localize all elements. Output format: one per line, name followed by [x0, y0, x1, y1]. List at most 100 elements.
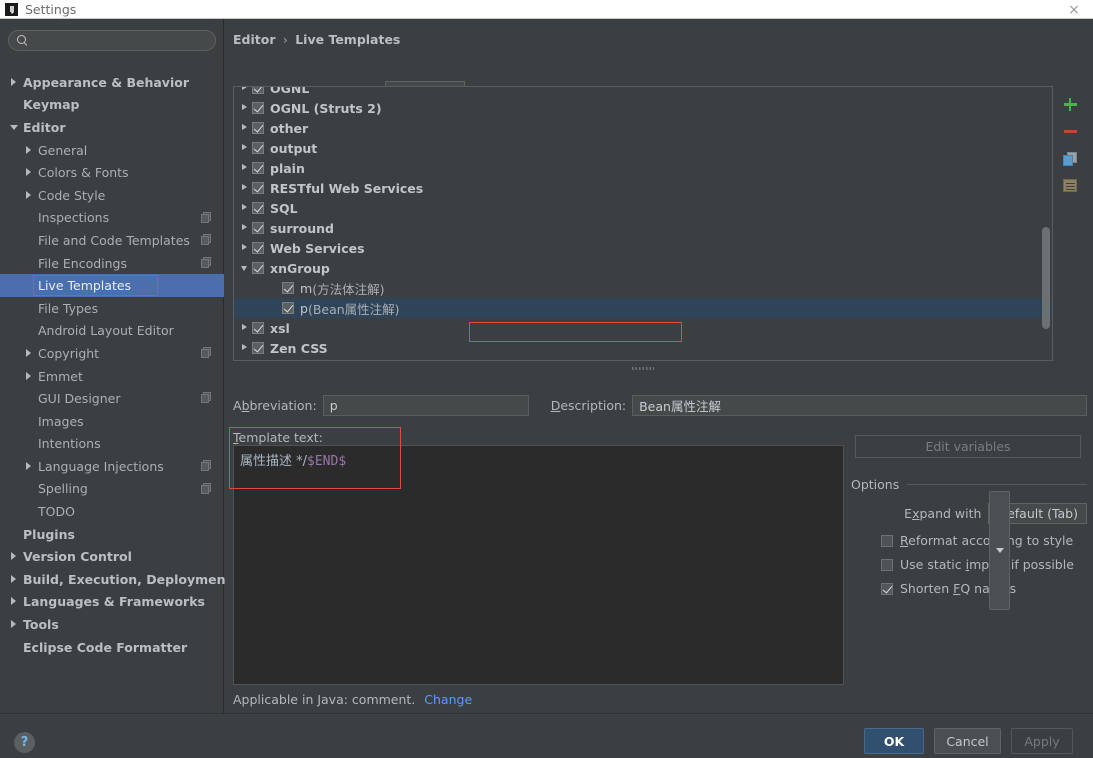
checkbox-indicator[interactable]	[881, 583, 893, 595]
chevron-right-icon[interactable]	[25, 168, 34, 177]
chevron-right-icon[interactable]	[25, 146, 34, 155]
template-checkbox[interactable]	[252, 86, 264, 94]
template-checkbox[interactable]	[252, 222, 264, 234]
chevron-right-icon[interactable]	[25, 191, 34, 200]
template-tree-row[interactable]: Web Services	[234, 238, 1052, 258]
sidebar-item-inspections[interactable]: Inspections	[0, 207, 224, 230]
search-field[interactable]	[8, 30, 216, 51]
close-icon[interactable]: ×	[1063, 2, 1085, 18]
template-checkbox[interactable]	[252, 202, 264, 214]
sidebar-item-emmet[interactable]: Emmet	[0, 365, 224, 388]
template-tree-row[interactable]: plain	[234, 158, 1052, 178]
sidebar-item-copyright[interactable]: Copyright	[0, 342, 224, 365]
chevron-right-icon[interactable]	[10, 575, 19, 584]
chevron-right-icon[interactable]	[240, 203, 252, 213]
sidebar-item-appearance-behavior[interactable]: Appearance & Behavior	[0, 71, 224, 94]
sidebar-item-todo[interactable]: TODO	[0, 500, 224, 523]
sidebar-item-spelling[interactable]: Spelling	[0, 478, 224, 501]
chevron-down-icon[interactable]	[10, 123, 19, 132]
sidebar-item-language-injections[interactable]: Language Injections	[0, 455, 224, 478]
template-tree-row[interactable]: surround	[234, 218, 1052, 238]
sidebar-item-editor[interactable]: Editor	[0, 116, 224, 139]
sidebar-item-version-control[interactable]: Version Control	[0, 545, 224, 568]
sidebar-item-intentions[interactable]: Intentions	[0, 433, 224, 456]
chevron-right-icon[interactable]	[240, 223, 252, 233]
chevron-right-icon[interactable]	[10, 620, 19, 629]
description-input[interactable]	[632, 395, 1087, 416]
chevron-right-icon[interactable]	[10, 78, 19, 87]
template-tree-row[interactable]: xsl	[234, 318, 1052, 338]
template-tree-row[interactable]: output	[234, 138, 1052, 158]
chevron-right-icon[interactable]	[25, 372, 34, 381]
restore-defaults-button[interactable]	[1057, 172, 1083, 199]
sidebar-item-file-types[interactable]: File Types	[0, 297, 224, 320]
option-checkbox-reformat-according-to-style[interactable]: Reformat according to style	[851, 533, 1087, 548]
help-button[interactable]: ?	[14, 732, 35, 753]
duplicate-template-button[interactable]	[1057, 145, 1083, 172]
sidebar-item-general[interactable]: General	[0, 139, 224, 162]
sidebar-item-images[interactable]: Images	[0, 410, 224, 433]
template-tree-row[interactable]: RESTful Web Services	[234, 178, 1052, 198]
template-tree-scrollbar[interactable]	[1042, 227, 1050, 329]
sidebar-item-android-layout-editor[interactable]: Android Layout Editor	[0, 320, 224, 343]
template-checkbox[interactable]	[282, 282, 294, 294]
template-text-editor[interactable]: 属性描述 */$END$	[233, 445, 844, 685]
template-tree-row[interactable]: SQL	[234, 198, 1052, 218]
remove-template-button[interactable]	[1057, 118, 1083, 145]
search-input[interactable]	[29, 34, 215, 48]
template-tree-row[interactable]: Zen CSS	[234, 338, 1052, 358]
ok-button[interactable]: OK	[864, 728, 924, 754]
chevron-right-icon[interactable]	[10, 597, 19, 606]
template-checkbox[interactable]	[252, 102, 264, 114]
chevron-right-icon[interactable]	[240, 243, 252, 253]
sidebar-item-colors-fonts[interactable]: Colors & Fonts	[0, 161, 224, 184]
template-tree-row[interactable]: m (方法体注解)	[234, 278, 1052, 298]
sidebar-item-eclipse-code-formatter[interactable]: Eclipse Code Formatter	[0, 636, 224, 659]
chevron-right-icon[interactable]	[25, 462, 34, 471]
template-checkbox[interactable]	[252, 142, 264, 154]
template-checkbox[interactable]	[282, 302, 294, 314]
chevron-right-icon[interactable]	[240, 183, 252, 193]
template-tree-row[interactable]: OGNL (Struts 2)	[234, 98, 1052, 118]
template-checkbox[interactable]	[252, 322, 264, 334]
panel-splitter[interactable]	[233, 363, 1053, 373]
chevron-right-icon[interactable]	[10, 552, 19, 561]
template-checkbox[interactable]	[252, 122, 264, 134]
template-checkbox[interactable]	[252, 182, 264, 194]
expand-with-dropdown[interactable]: Default (Tab)	[988, 503, 1087, 524]
sidebar-item-file-encodings[interactable]: File Encodings	[0, 252, 224, 275]
template-tree-panel[interactable]: OGNLOGNL (Struts 2)otheroutputplainRESTf…	[233, 86, 1053, 361]
template-checkbox[interactable]	[252, 162, 264, 174]
edit-variables-button[interactable]: Edit variables	[855, 435, 1081, 458]
template-checkbox[interactable]	[252, 262, 264, 274]
sidebar-item-languages-frameworks[interactable]: Languages & Frameworks	[0, 591, 224, 614]
change-context-link[interactable]: Change	[424, 692, 472, 707]
chevron-right-icon[interactable]	[240, 163, 252, 173]
template-tree-row[interactable]: OGNL	[234, 86, 1052, 98]
template-tree-row[interactable]: p (Bean属性注解)	[234, 298, 1052, 318]
sidebar-item-keymap[interactable]: Keymap	[0, 94, 224, 117]
chevron-right-icon[interactable]	[240, 343, 252, 353]
sidebar-item-file-and-code-templates[interactable]: File and Code Templates	[0, 229, 224, 252]
template-tree-row[interactable]: xnGroup	[234, 258, 1052, 278]
chevron-right-icon[interactable]	[240, 143, 252, 153]
cancel-button[interactable]: Cancel	[934, 728, 1001, 754]
sidebar-item-build-execution-deployment[interactable]: Build, Execution, Deployment	[0, 568, 224, 591]
template-checkbox[interactable]	[252, 242, 264, 254]
sidebar-item-gui-designer[interactable]: GUI Designer	[0, 387, 224, 410]
option-checkbox-use-static-import-if-possible[interactable]: Use static import if possible	[851, 557, 1087, 572]
sidebar-item-code-style[interactable]: Code Style	[0, 184, 224, 207]
sidebar-item-plugins[interactable]: Plugins	[0, 523, 224, 546]
checkbox-indicator[interactable]	[881, 535, 893, 547]
abbreviation-input[interactable]	[323, 395, 529, 416]
checkbox-indicator[interactable]	[881, 559, 893, 571]
chevron-down-icon[interactable]	[240, 263, 252, 273]
template-checkbox[interactable]	[252, 342, 264, 354]
breadcrumb-parent[interactable]: Editor	[233, 32, 276, 47]
chevron-right-icon[interactable]	[240, 323, 252, 333]
chevron-right-icon[interactable]	[240, 86, 252, 93]
chevron-right-icon[interactable]	[240, 123, 252, 133]
option-checkbox-shorten-fq-names[interactable]: Shorten FQ names	[851, 581, 1087, 596]
chevron-right-icon[interactable]	[240, 103, 252, 113]
sidebar-item-live-templates[interactable]: Live Templates	[0, 274, 224, 297]
